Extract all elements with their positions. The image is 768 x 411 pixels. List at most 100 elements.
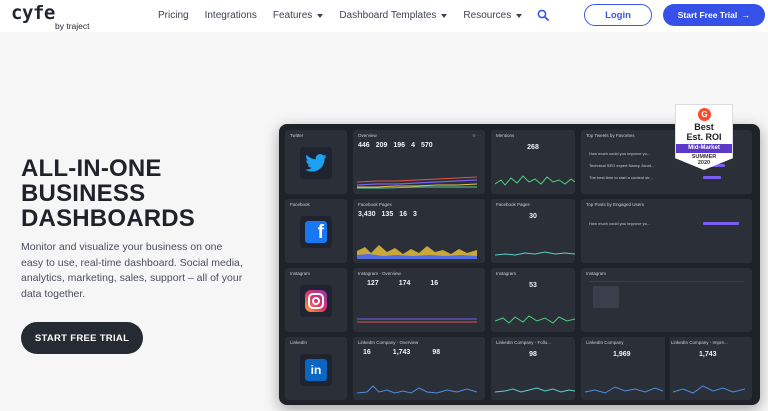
g2-logo-icon: G	[698, 108, 711, 121]
mentions-chart	[495, 175, 575, 186]
arrow-right-icon: →	[741, 10, 751, 20]
stat-row: 3,430 135 16 3	[358, 211, 417, 218]
instagram-line-chart	[357, 318, 477, 323]
start-free-trial-button[interactable]: Start Free Trial →	[663, 4, 765, 26]
widget-title: LinkedIn	[290, 340, 308, 345]
dashboard-grid: Twitter Overview ⚙ ⋯ 446 209 196 4 570 M…	[285, 130, 754, 400]
widget-tools-icon: ⚙ ⋯	[472, 133, 481, 138]
stat-row: 16 1,743 98	[363, 349, 440, 356]
hero-title-line: ALL-IN-ONE	[21, 155, 162, 182]
widget-title: Top Tweets by Favorites	[586, 133, 635, 138]
metric-value: 30	[529, 213, 537, 220]
stat-value: 3	[413, 211, 417, 218]
list-item: Technical SEO expert Nancy Jonat...	[589, 163, 655, 168]
chevron-down-icon	[516, 13, 523, 18]
nav-dashboard-templates[interactable]: Dashboard Templates	[339, 10, 448, 21]
nav-label: Features	[272, 10, 313, 21]
stat-value: 209	[375, 142, 388, 149]
widget-title: LinkedIn Company - Impre...	[671, 340, 728, 345]
cta-label: START FREE TRIAL	[34, 332, 130, 344]
nav-label: Integrations	[204, 10, 257, 21]
cyfe-logo[interactable]: cyfe by traject	[11, 2, 111, 31]
stat-value: 16	[430, 280, 439, 287]
bar	[703, 176, 721, 179]
widget-linkedin-company: LinkedIn Company 1,969 LinkedIn Company …	[581, 337, 752, 400]
linkedin-icon: in	[300, 353, 332, 386]
widget-overview: Overview ⚙ ⋯ 446 209 196 4 570	[353, 130, 485, 194]
nav-pricing[interactable]: Pricing	[158, 10, 189, 21]
widget-instagram-table: Instagram	[581, 268, 752, 332]
widget-linkedin-followers: LinkedIn Company - Follo... 98	[491, 337, 575, 400]
widget-linkedin: LinkedIn in	[285, 337, 347, 400]
post-thumbnail	[593, 286, 619, 308]
facebook-area-chart	[357, 245, 477, 259]
search-icon[interactable]	[537, 9, 549, 21]
widget-instagram: Instagram	[285, 268, 347, 332]
widget-title: Top Posts by Engaged Users	[586, 202, 645, 207]
stat-value: 1,743	[392, 349, 411, 356]
widget-title: LinkedIn Company	[586, 340, 624, 345]
widget-title: Facebook Pages	[358, 202, 392, 207]
badge-line: Best	[694, 122, 714, 132]
stat-value: 446	[358, 142, 370, 149]
list-item: How much could you improve yo...	[589, 221, 651, 226]
stat-value: 174	[398, 280, 411, 287]
nav-integrations[interactable]: Integrations	[205, 10, 257, 21]
g2-award-badge: G Best Est. ROI Mid-Market SUMMER 2020	[675, 104, 733, 170]
stat-value: 570	[420, 142, 433, 149]
facebook-pages-chart	[495, 251, 575, 256]
stat-value: 3,430	[358, 211, 376, 218]
instagram-icon	[300, 285, 332, 318]
nav-features[interactable]: Features	[272, 10, 324, 21]
linkedin-company-chart	[585, 385, 745, 394]
linkedin-line-chart	[357, 385, 477, 394]
stat-row: 127 174 16	[367, 280, 438, 287]
widget-top-posts: Top Posts by Engaged Users How much coul…	[581, 199, 752, 263]
chevron-down-icon	[441, 13, 448, 18]
list-item: How much could you improve yo...	[589, 151, 651, 156]
widget-title: Instagram	[586, 271, 607, 276]
logo-wordmark: cyfe	[11, 2, 55, 24]
widget-linkedin-overview: LinkedIn Company - Overview 16 1,743 98	[353, 337, 485, 400]
widget-title: Instagram	[496, 271, 517, 276]
stat-value: 16	[363, 349, 371, 356]
stat-value: 4	[411, 142, 415, 149]
stat-value: 98	[432, 349, 441, 356]
widget-title: Facebook	[290, 202, 310, 207]
hero-title-line: DASHBOARDS	[21, 205, 196, 232]
divider	[589, 281, 744, 282]
stat-value: 16	[399, 211, 408, 218]
dashboard-preview: Twitter Overview ⚙ ⋯ 446 209 196 4 570 M…	[279, 124, 760, 405]
trial-label: Start Free Trial	[677, 10, 738, 20]
widget-twitter: Twitter	[285, 130, 347, 194]
widget-instagram-metric: Instagram 53	[491, 268, 575, 332]
list-item: The best time to start a content str...	[589, 175, 653, 180]
stat-value: 127	[367, 280, 379, 287]
stat-row: 446 209 196 4 570	[358, 142, 433, 149]
metric-value: 1,969	[613, 351, 631, 358]
login-button[interactable]: Login	[584, 4, 652, 26]
nav-label: Resources	[463, 10, 512, 21]
metric-value: 1,743	[699, 351, 717, 358]
metric-value: 53	[529, 282, 537, 289]
widget-title: LinkedIn Company - Overview	[358, 340, 419, 345]
widget-instagram-overview: Instagram - Overview 127 174 16	[353, 268, 485, 332]
metric-value: 268	[527, 144, 539, 151]
widget-title: Overview	[358, 133, 377, 138]
widget-title: Instagram - Overview	[358, 271, 401, 276]
nav-label: Pricing	[158, 10, 189, 21]
widget-title: LinkedIn Company - Follo...	[496, 340, 552, 345]
badge-band: Mid-Market	[676, 144, 732, 153]
widget-title: Instagram	[290, 271, 311, 276]
instagram-metric-chart	[495, 315, 575, 324]
widget-title: Mentions	[496, 133, 515, 138]
widget-mentions: Mentions 268	[491, 130, 575, 194]
widget-title: Twitter	[290, 133, 304, 138]
hero-start-free-trial-button[interactable]: START FREE TRIAL	[21, 322, 143, 354]
nav-resources[interactable]: Resources	[463, 10, 523, 21]
widget-facebook: Facebook f	[285, 199, 347, 263]
twitter-icon	[300, 147, 332, 180]
metric-value: 98	[529, 351, 537, 358]
stat-value: 196	[393, 142, 406, 149]
main-nav: Pricing Integrations Features Dashboard …	[158, 10, 538, 21]
